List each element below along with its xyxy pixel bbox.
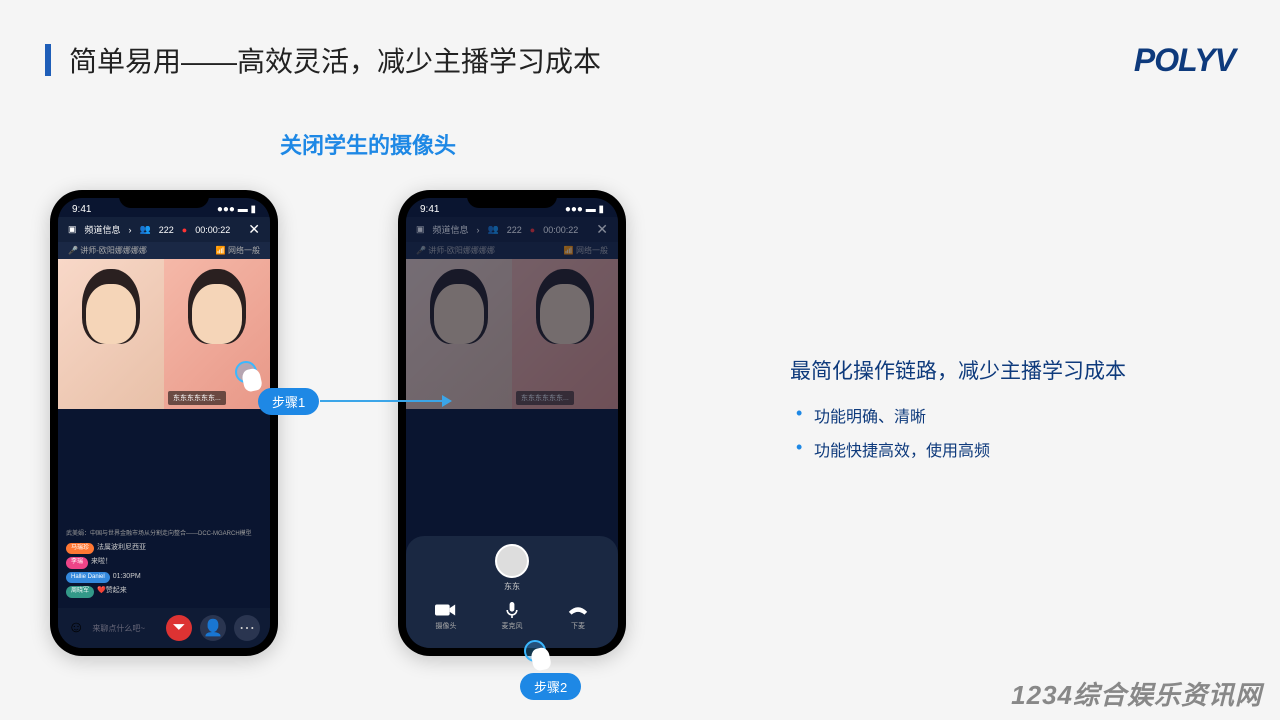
call-controls-sheet: 东东 摄像头 麦克风 下麦 (406, 536, 618, 648)
top-bar: ▣ 频道信息 › 👥222 ●00:00:22 ✕ (58, 217, 270, 242)
description-block: 最简化操作链路，减少主播学习成本 功能明确、清晰 功能快捷高效，使用高频 (790, 355, 1126, 471)
leave-call[interactable]: 下麦 (567, 602, 589, 631)
camera-toggle[interactable]: 摄像头 (435, 602, 457, 631)
status-icons: ●●● ▬ ▮ (217, 204, 256, 215)
desc-bullet: 功能明确、清晰 (790, 403, 1126, 427)
watermark: 1234综合娱乐资讯网 (1011, 675, 1262, 712)
more-button[interactable]: ⋯ (234, 615, 260, 641)
flow-arrow (320, 400, 450, 402)
brand-logo: POLYV (1134, 42, 1235, 79)
step-badge-1: 步骤1 (258, 388, 319, 415)
step-badge-2: 步骤2 (520, 673, 581, 700)
avatar (495, 544, 529, 578)
viewer-count: 222 (159, 225, 174, 235)
phone-mock-2: 9:41●●● ▬ ▮ ▣频道信息› 👥222 ●00:00:22 ✕ 🎤 讲师… (398, 190, 626, 656)
status-time: 9:41 (72, 204, 91, 215)
chat-topic: 武美娟：中国与世界金融市场从分割走向整合——DCC-MGARCH模型 (66, 530, 262, 540)
bottom-bar: ☺ 来聊点什么吧~ ⏷ 👤 ⋯ (58, 608, 270, 648)
hangup-button[interactable]: ⏷ (166, 615, 192, 641)
people-button[interactable]: 👤 (200, 615, 226, 641)
desc-bullet: 功能快捷高效，使用高频 (790, 437, 1126, 461)
rec-time: 00:00:22 (195, 225, 230, 235)
pointer-icon-2 (524, 640, 554, 670)
desc-title: 最简化操作链路，减少主播学习成本 (790, 355, 1126, 385)
accent-bar (45, 44, 51, 76)
section-subtitle: 关闭学生的摄像头 (280, 128, 1280, 160)
chat-input-hint[interactable]: 来聊点什么吧~ (92, 623, 158, 634)
video-name-tag: 东东东东东东... (168, 391, 226, 405)
channel-label: 频道信息 (85, 223, 121, 236)
mic-toggle[interactable]: 麦克风 (501, 602, 523, 631)
page-title: 简单易用——高效灵活，减少主播学习成本 (69, 40, 601, 80)
close-icon[interactable]: ✕ (248, 221, 260, 238)
phone-mock-1: 9:41 ●●● ▬ ▮ ▣ 频道信息 › 👥222 ●00:00:22 ✕ 🎤… (50, 190, 278, 656)
avatar-name: 东东 (504, 581, 520, 592)
info-bar: 🎤 讲师-欧阳娜娜娜娜 📶 网络一般 (58, 242, 270, 259)
chat-panel: 武美娟：中国与世界金融市场从分割走向整合——DCC-MGARCH模型 马瑞珍法属… (66, 528, 262, 600)
pointer-icon-1 (235, 361, 265, 391)
